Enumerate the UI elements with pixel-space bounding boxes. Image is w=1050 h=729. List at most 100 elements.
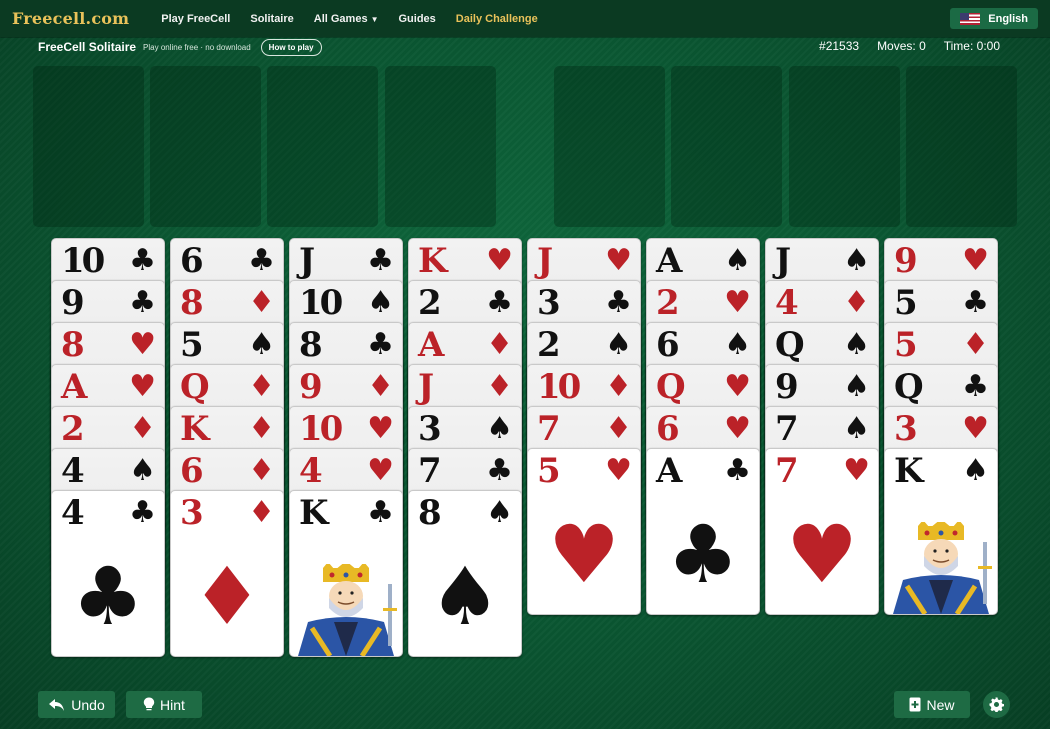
clubs-suit-icon: ♣ bbox=[129, 285, 156, 320]
card-rank: 6 bbox=[656, 325, 680, 365]
foundation-3[interactable] bbox=[789, 66, 900, 227]
nav-link-all-games[interactable]: All Games ▼ bbox=[304, 13, 389, 25]
nav-link-play-freecell[interactable]: Play FreeCell bbox=[151, 13, 240, 25]
free-cell-2[interactable] bbox=[150, 66, 261, 227]
playing-card[interactable]: 5 ♥ ♥ bbox=[527, 448, 641, 615]
card-rank: 5 bbox=[180, 325, 204, 365]
spades-suit-icon: ♠ bbox=[724, 243, 751, 278]
undo-button[interactable]: Undo bbox=[38, 691, 115, 718]
gear-icon bbox=[989, 697, 1004, 712]
spades-suit-icon: ♠ bbox=[843, 327, 870, 362]
card-rank: 10 bbox=[299, 283, 343, 323]
spades-suit-icon: ♠ bbox=[486, 411, 513, 446]
card-rank: 7 bbox=[418, 451, 442, 491]
language-selector[interactable]: English bbox=[950, 8, 1038, 29]
clubs-suit-icon: ♣ bbox=[367, 495, 394, 530]
hearts-suit-icon: ♥ bbox=[129, 327, 156, 362]
diamonds-suit-icon: ♦ bbox=[843, 285, 870, 320]
lightbulb-icon bbox=[143, 697, 155, 711]
hearts-suit-icon: ♥ bbox=[724, 369, 751, 404]
card-rank: A bbox=[418, 325, 444, 365]
clubs-suit-icon: ♣ bbox=[367, 327, 394, 362]
playing-card[interactable]: 8 ♠ ♠ bbox=[408, 490, 522, 657]
card-rank: 10 bbox=[537, 367, 581, 407]
playing-card[interactable]: 3 ♦ ♦ bbox=[170, 490, 284, 657]
card-rank: K bbox=[180, 409, 210, 449]
clubs-suit-icon: ♣ bbox=[367, 243, 394, 278]
us-flag-icon bbox=[960, 12, 981, 25]
playing-card[interactable]: 7 ♥ ♥ bbox=[765, 448, 879, 615]
nav-link-all-games-label: All Games bbox=[313, 12, 368, 25]
nav-links: Play FreeCell Solitaire All Games ▼ Guide… bbox=[151, 13, 547, 25]
hearts-suit-icon: ♥ bbox=[367, 453, 394, 488]
clubs-suit-icon: ♣ bbox=[129, 495, 156, 530]
free-cell-1[interactable] bbox=[33, 66, 144, 227]
game-header: FreeCell Solitaire Play online free · no… bbox=[38, 38, 322, 56]
card-rank: 7 bbox=[775, 409, 799, 449]
settings-button[interactable] bbox=[983, 691, 1010, 718]
card-rank: J bbox=[299, 241, 315, 281]
nav-link-solitaire[interactable]: Solitaire bbox=[240, 13, 303, 25]
hearts-center-icon: ♥ bbox=[786, 508, 858, 601]
card-rank: J bbox=[418, 367, 434, 407]
foundation-2[interactable] bbox=[671, 66, 782, 227]
clubs-suit-icon: ♣ bbox=[486, 285, 513, 320]
nav-link-guides[interactable]: Guides bbox=[389, 13, 446, 25]
new-game-button[interactable]: New bbox=[894, 691, 970, 718]
nav-link-daily-challenge[interactable]: Daily Challenge bbox=[446, 13, 548, 25]
card-rank: 9 bbox=[61, 283, 85, 323]
card-rank: 3 bbox=[418, 409, 442, 449]
card-rank: K bbox=[299, 493, 329, 533]
card-rank: A bbox=[656, 241, 682, 281]
clubs-suit-icon: ♣ bbox=[605, 285, 632, 320]
foundation-1[interactable] bbox=[554, 66, 665, 227]
card-rank: 2 bbox=[537, 325, 561, 365]
free-cell-3[interactable] bbox=[267, 66, 378, 227]
hearts-suit-icon: ♥ bbox=[962, 243, 989, 278]
hearts-suit-icon: ♥ bbox=[843, 453, 870, 488]
timer: Time: 0:00 bbox=[943, 39, 1000, 53]
playing-card[interactable]: K ♠ bbox=[884, 448, 998, 615]
page-title: FreeCell Solitaire bbox=[38, 40, 137, 54]
diamonds-suit-icon: ♦ bbox=[248, 495, 275, 530]
card-rank: J bbox=[537, 241, 553, 281]
card-rank: 9 bbox=[775, 367, 799, 407]
card-rank: K bbox=[894, 451, 924, 491]
card-rank: 2 bbox=[61, 409, 85, 449]
card-rank: 2 bbox=[656, 283, 680, 323]
diamonds-suit-icon: ♦ bbox=[248, 369, 275, 404]
card-rank: 7 bbox=[537, 409, 561, 449]
card-rank: 8 bbox=[299, 325, 323, 365]
hearts-suit-icon: ♥ bbox=[962, 411, 989, 446]
diamonds-suit-icon: ♦ bbox=[248, 285, 275, 320]
card-rank: Q bbox=[775, 325, 805, 365]
diamonds-suit-icon: ♦ bbox=[248, 411, 275, 446]
card-rank: 4 bbox=[61, 451, 85, 491]
card-rank: Q bbox=[656, 367, 686, 407]
chevron-down-icon: ▼ bbox=[370, 14, 379, 24]
playing-card[interactable]: 4 ♣ ♣ bbox=[51, 490, 165, 657]
hint-button[interactable]: Hint bbox=[126, 691, 202, 718]
hearts-suit-icon: ♥ bbox=[724, 285, 751, 320]
card-rank: 6 bbox=[180, 451, 204, 491]
hearts-center-icon: ♥ bbox=[548, 508, 620, 601]
spades-suit-icon: ♠ bbox=[248, 327, 275, 362]
how-to-play-button[interactable]: How to play bbox=[260, 38, 322, 56]
language-label: English bbox=[988, 12, 1028, 25]
clubs-suit-icon: ♣ bbox=[486, 453, 513, 488]
card-rank: 5 bbox=[537, 451, 561, 491]
card-rank: 9 bbox=[894, 241, 918, 281]
undo-label: Undo bbox=[71, 696, 105, 713]
spades-center-icon: ♠ bbox=[429, 550, 501, 643]
site-logo[interactable]: Freecell.com bbox=[12, 9, 129, 28]
foundation-4[interactable] bbox=[906, 66, 1017, 227]
diamonds-suit-icon: ♦ bbox=[605, 411, 632, 446]
playing-card[interactable]: A ♣ ♣ bbox=[646, 448, 760, 615]
diamonds-suit-icon: ♦ bbox=[367, 369, 394, 404]
hearts-suit-icon: ♥ bbox=[486, 243, 513, 278]
playing-card[interactable]: K ♣ bbox=[289, 490, 403, 657]
card-rank: 3 bbox=[894, 409, 918, 449]
card-rank: 6 bbox=[180, 241, 204, 281]
free-cell-4[interactable] bbox=[385, 66, 496, 227]
spades-suit-icon: ♠ bbox=[367, 285, 394, 320]
